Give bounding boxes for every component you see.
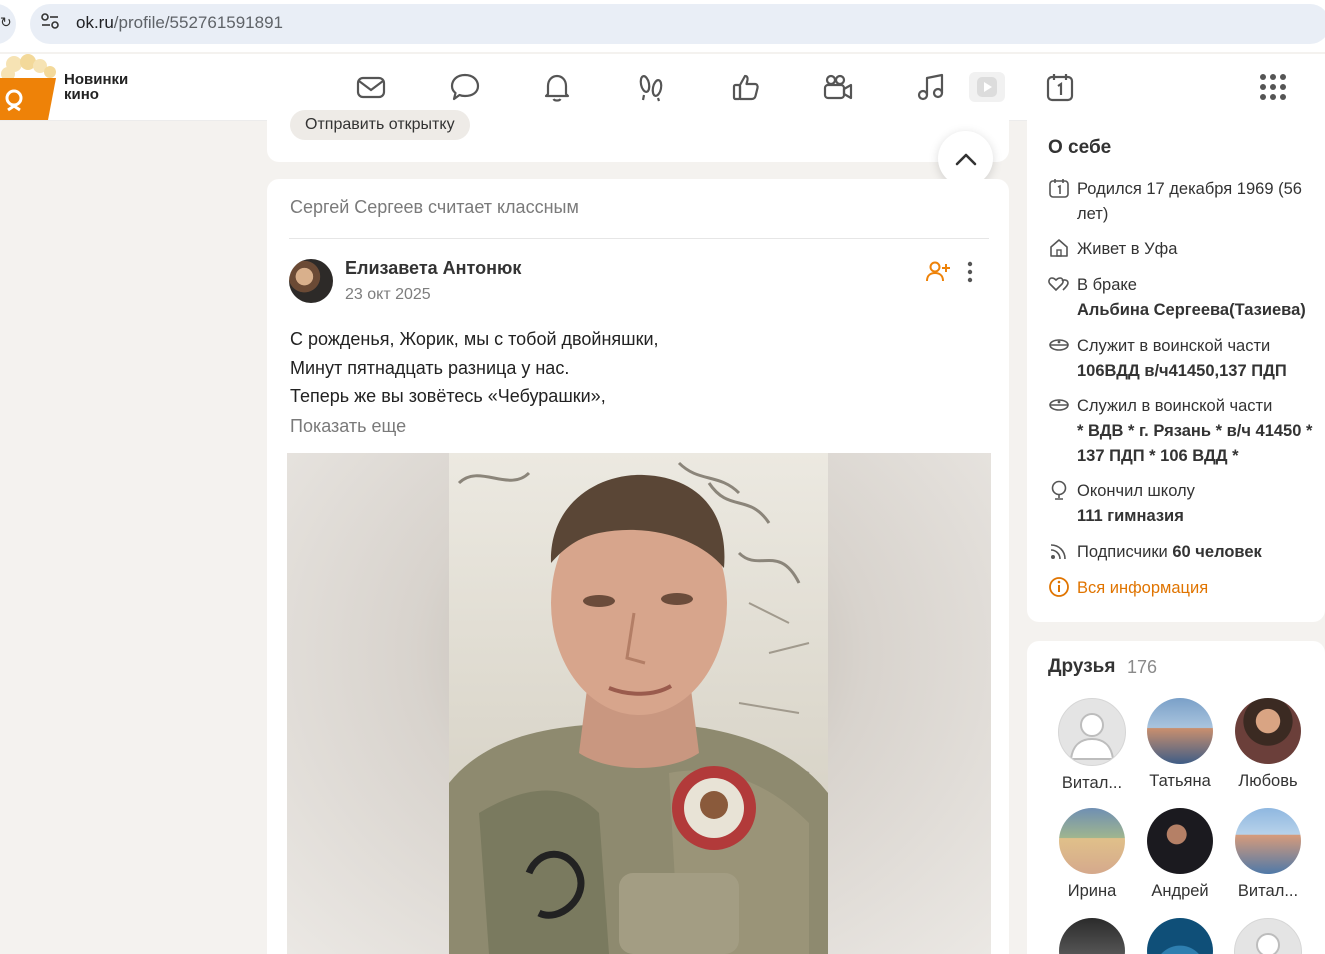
friends-title[interactable]: Друзья <box>1048 656 1115 678</box>
friend-item[interactable]: Ирина <box>1048 808 1136 901</box>
friend-avatar[interactable] <box>1147 808 1213 874</box>
reload-icon: ↻ <box>0 14 12 30</box>
globe-icon <box>1051 480 1067 500</box>
chat-bubble-icon[interactable] <box>448 70 482 104</box>
post-photo-container[interactable] <box>287 453 991 954</box>
subscribers-text: Подписчики 60 человек <box>1077 540 1317 565</box>
post-context-label[interactable]: Сергей Сергеев считает классным <box>290 197 579 218</box>
rss-icon <box>1050 544 1066 560</box>
home-icon <box>1050 239 1068 257</box>
url-host: ok.ru <box>76 13 114 32</box>
lives-text[interactable]: Живет в Уфа <box>1077 237 1317 262</box>
friend-avatar[interactable] <box>1234 918 1302 954</box>
friends-count[interactable]: 176 <box>1127 657 1157 678</box>
friend-item[interactable]: Витал... <box>1048 698 1136 793</box>
add-friend-icon[interactable] <box>925 260 951 284</box>
url-text[interactable]: ok.ru/profile/552761591891 <box>76 13 283 33</box>
about-title: О себе <box>1048 137 1112 158</box>
friend-avatar[interactable] <box>1235 698 1301 764</box>
video-play-icon[interactable] <box>969 72 1005 102</box>
friend-avatar[interactable] <box>1059 918 1125 954</box>
birth-text: Родился 17 декабря 1969 (56 лет) <box>1077 180 1302 223</box>
friend-name[interactable]: Татьяна <box>1136 772 1224 791</box>
calendar-icon[interactable] <box>1043 70 1077 104</box>
divider <box>289 238 989 239</box>
friend-item[interactable]: Андрей <box>1136 808 1224 901</box>
served-text: Служил в воинской части * ВДВ * г. Рязан… <box>1077 394 1317 469</box>
spouse-name[interactable]: Альбина Сергеева(Тазиева) <box>1077 298 1317 323</box>
site-header: Новинки кино <box>0 54 1325 121</box>
friend-avatar[interactable] <box>1058 698 1126 766</box>
post-text-line: Минут пятнадцать разница у нас. <box>290 357 570 378</box>
browser-address-bar: ↻ ok.ru/profile/552761591891 <box>0 0 1325 52</box>
school-text: Окончил школу 111 гимназия <box>1077 479 1317 529</box>
friend-name[interactable]: Витал... <box>1048 774 1136 793</box>
friend-name[interactable]: Витал... <box>1224 882 1312 901</box>
music-note-icon[interactable] <box>914 70 948 104</box>
subscribers-label: Подписчики <box>1077 543 1168 561</box>
marriage-text: В браке Альбина Сергеева(Тазиева) <box>1077 273 1317 323</box>
friend-item[interactable] <box>1224 918 1312 954</box>
send-postcard-button[interactable]: Отправить открытку <box>290 110 470 140</box>
promo-banner-text[interactable]: Новинки кино <box>64 72 128 102</box>
calendar-icon <box>1049 179 1069 198</box>
soldier-selfie-image <box>449 453 828 954</box>
serves-value[interactable]: 106ВДД в/ч41450,137 ПДП <box>1077 359 1317 384</box>
info-circle-icon <box>1049 577 1069 597</box>
popcorn-logo-icon[interactable] <box>0 54 58 120</box>
military-cap-icon <box>1049 399 1069 411</box>
site-settings-icon[interactable] <box>40 12 60 30</box>
friend-item[interactable]: Любовь <box>1224 698 1312 791</box>
post-text-line: С рожденья, Жорик, мы с тобой двойняшки, <box>290 329 659 349</box>
promo-line-1: Новинки <box>64 71 129 88</box>
friend-item[interactable] <box>1048 918 1136 954</box>
author-name[interactable]: Елизавета Антонюк <box>345 258 521 279</box>
post-text: С рожденья, Жорик, мы с тобой двойняшки,… <box>290 325 659 411</box>
subscribers-value: 60 человек <box>1172 543 1262 561</box>
hearts-icon <box>1048 277 1069 292</box>
show-more-link[interactable]: Показать еще <box>290 416 406 437</box>
friend-avatar[interactable] <box>1235 808 1301 874</box>
author-avatar[interactable] <box>289 259 333 303</box>
bell-icon[interactable] <box>540 70 574 104</box>
reload-button[interactable]: ↻ <box>0 4 16 44</box>
scroll-to-top-button[interactable] <box>938 131 993 186</box>
guests-footprints-icon[interactable] <box>634 70 668 104</box>
friend-item[interactable] <box>1136 918 1224 954</box>
friend-name[interactable]: Андрей <box>1136 882 1224 901</box>
video-camera-icon[interactable] <box>821 70 855 104</box>
friend-name[interactable]: Любовь <box>1224 772 1312 791</box>
promo-line-2: кино <box>64 86 99 103</box>
served-label: Служил в воинской части <box>1077 397 1273 415</box>
marriage-label: В браке <box>1077 276 1137 294</box>
chevron-up-icon <box>955 153 976 165</box>
friend-avatar[interactable] <box>1059 808 1125 874</box>
url-path: /profile/552761591891 <box>113 13 283 32</box>
school-label: Окончил школу <box>1077 482 1195 500</box>
serves-label: Служит в воинской части <box>1077 337 1271 355</box>
post-text-line: Теперь же вы зовётесь «Чебурашки», <box>290 386 606 406</box>
more-options-icon[interactable] <box>960 260 980 284</box>
friends-card <box>1027 641 1325 954</box>
post-date[interactable]: 23 окт 2025 <box>345 286 431 304</box>
friend-name[interactable]: Ирина <box>1048 882 1136 901</box>
friend-item[interactable]: Витал... <box>1224 808 1312 901</box>
friend-avatar[interactable] <box>1147 698 1213 764</box>
post-photo[interactable] <box>449 453 828 954</box>
friend-item[interactable]: Татьяна <box>1136 698 1224 791</box>
apps-grid-icon[interactable] <box>1256 70 1290 104</box>
like-thumb-icon[interactable] <box>729 70 763 104</box>
all-info-text[interactable]: Вся информация <box>1077 576 1317 601</box>
friend-avatar[interactable] <box>1147 918 1213 954</box>
mail-icon[interactable] <box>354 70 388 104</box>
military-cap-icon <box>1049 339 1069 351</box>
served-value[interactable]: * ВДВ * г. Рязань * в/ч 41450 * 137 ПДП … <box>1077 419 1317 469</box>
school-value[interactable]: 111 гимназия <box>1077 504 1317 529</box>
serves-text: Служит в воинской части 106ВДД в/ч41450,… <box>1077 334 1317 384</box>
